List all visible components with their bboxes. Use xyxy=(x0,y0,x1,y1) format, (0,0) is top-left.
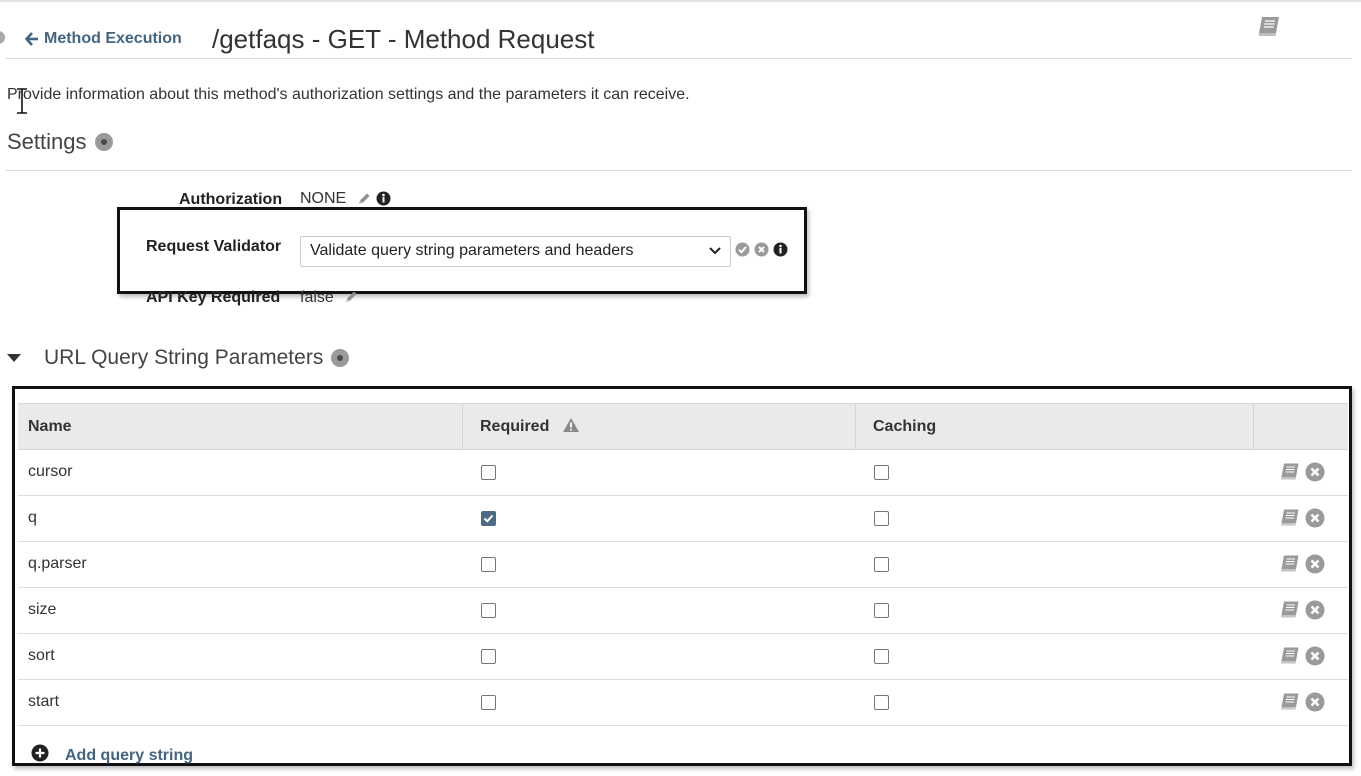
book-icon[interactable] xyxy=(1280,508,1300,531)
column-separator xyxy=(855,404,856,449)
book-icon[interactable] xyxy=(1280,462,1300,485)
param-name: q.parser xyxy=(28,555,87,572)
caching-checkbox[interactable] xyxy=(874,465,889,480)
table-row: q xyxy=(18,496,1348,542)
api-key-required-label: API Key Required xyxy=(146,289,281,306)
pencil-icon[interactable] xyxy=(357,192,371,206)
required-checkbox[interactable] xyxy=(481,603,496,618)
method-execution-label: Method Execution xyxy=(44,30,182,47)
column-separator xyxy=(1253,404,1254,449)
required-checkbox[interactable] xyxy=(481,511,496,526)
cancel-icon[interactable] xyxy=(754,242,769,257)
plus-circle-icon xyxy=(31,744,49,762)
query-params-table: Name Required Caching cursor q q.parser siz… xyxy=(12,386,1352,766)
column-header-caching: Caching xyxy=(873,418,937,435)
query-params-title: URL Query String Parameters xyxy=(44,346,324,369)
settings-help-icon[interactable] xyxy=(94,133,113,151)
settings-heading: Settings xyxy=(7,129,113,155)
caching-checkbox[interactable] xyxy=(874,557,889,572)
column-header-required-label: Required xyxy=(480,418,550,435)
delete-icon[interactable] xyxy=(1305,462,1325,487)
table-row: sort xyxy=(18,634,1348,680)
delete-icon[interactable] xyxy=(1305,508,1325,533)
caching-checkbox[interactable] xyxy=(874,649,889,664)
required-checkbox[interactable] xyxy=(481,695,496,710)
confirm-icon[interactable] xyxy=(735,242,750,257)
delete-icon[interactable] xyxy=(1305,554,1325,579)
header-divider xyxy=(6,58,1352,59)
query-params-help-icon[interactable] xyxy=(331,349,350,367)
param-name: start xyxy=(28,693,60,710)
delete-icon[interactable] xyxy=(1305,600,1325,625)
param-name: size xyxy=(28,601,57,618)
required-checkbox[interactable] xyxy=(481,557,496,572)
request-validator-selected: Validate query string parameters and hea… xyxy=(310,242,634,259)
settings-divider xyxy=(6,170,1352,171)
required-checkbox[interactable] xyxy=(481,649,496,664)
table-header: Name Required Caching xyxy=(18,403,1348,450)
pencil-icon[interactable] xyxy=(344,290,358,304)
authorization-value: NONE xyxy=(300,190,347,207)
chevron-down-icon xyxy=(709,247,721,255)
info-icon[interactable] xyxy=(376,191,391,206)
request-validator-label: Request Validator xyxy=(146,238,282,255)
collapse-caret-icon[interactable] xyxy=(7,354,21,362)
param-name: cursor xyxy=(28,463,73,480)
add-query-string-label: Add query string xyxy=(65,746,194,764)
page-title: /getfaqs - GET - Method Request xyxy=(212,24,595,54)
table-row: size xyxy=(18,588,1348,634)
add-query-string-button[interactable]: Add query string xyxy=(31,744,193,767)
delete-icon[interactable] xyxy=(1305,692,1325,717)
required-checkbox[interactable] xyxy=(481,465,496,480)
book-icon xyxy=(1258,17,1279,36)
book-icon[interactable] xyxy=(1280,646,1300,669)
settings-title: Settings xyxy=(7,129,87,154)
table-row: start xyxy=(18,680,1348,726)
documentation-button[interactable] xyxy=(1257,15,1281,42)
top-rule xyxy=(0,0,1361,2)
text-cursor-icon xyxy=(17,88,27,114)
panel-edge-dot xyxy=(0,31,5,44)
page-description: Provide information about this method's … xyxy=(7,86,690,103)
book-icon[interactable] xyxy=(1280,554,1300,577)
info-icon[interactable] xyxy=(773,242,788,257)
request-validator-select[interactable]: Validate query string parameters and hea… xyxy=(300,236,731,267)
column-header-name: Name xyxy=(28,418,72,435)
warning-icon xyxy=(562,418,579,433)
method-execution-link[interactable]: Method Execution xyxy=(25,30,182,48)
api-key-required-value: false xyxy=(300,289,334,306)
table-row: q.parser xyxy=(18,542,1348,588)
query-params-heading: URL Query String Parameters xyxy=(6,346,350,370)
caching-checkbox[interactable] xyxy=(874,603,889,618)
param-name: q xyxy=(28,509,37,526)
book-icon[interactable] xyxy=(1280,600,1300,623)
arrow-left-icon xyxy=(25,32,38,46)
caching-checkbox[interactable] xyxy=(874,511,889,526)
column-separator xyxy=(462,404,463,449)
delete-icon[interactable] xyxy=(1305,646,1325,671)
book-icon[interactable] xyxy=(1280,692,1300,715)
column-header-required: Required xyxy=(470,404,580,449)
table-row: cursor xyxy=(18,450,1348,496)
plus-icon-wrap xyxy=(31,744,65,767)
param-name: sort xyxy=(28,647,55,664)
caching-checkbox[interactable] xyxy=(874,695,889,710)
